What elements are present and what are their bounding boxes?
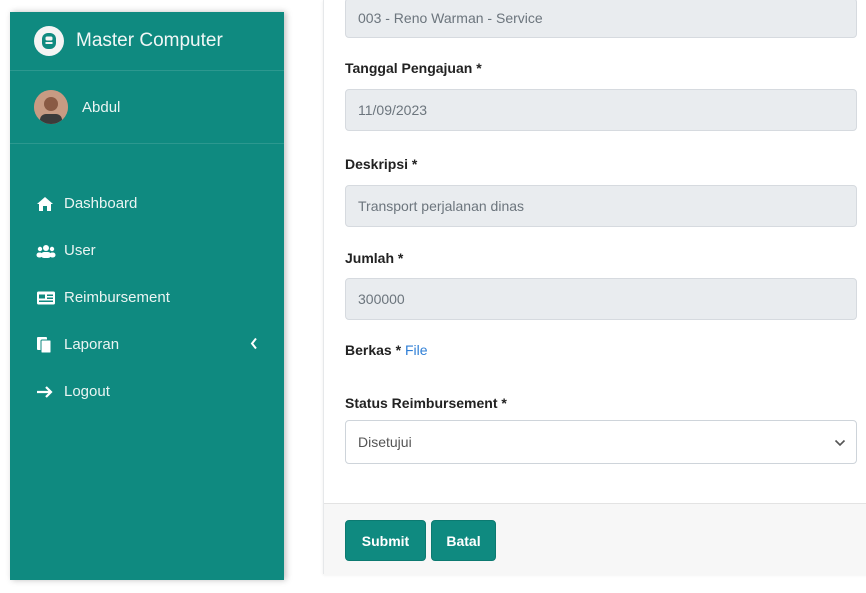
chevron-down-icon: [834, 434, 846, 450]
chevron-left-icon: [250, 336, 258, 353]
status-select[interactable]: Disetujui: [345, 420, 857, 464]
status-label: Status Reimbursement *: [345, 395, 507, 411]
sidebar-item-label: User: [64, 242, 96, 259]
card-icon: [36, 290, 64, 306]
sidebar-item-reimbursement[interactable]: Reimbursement: [10, 274, 284, 321]
form-footer: Submit Batal: [324, 503, 866, 575]
users-icon: [36, 243, 64, 259]
user-panel[interactable]: Abdul: [10, 71, 284, 144]
berkas-label: Berkas *: [345, 342, 402, 358]
sidebar-item-label: Dashboard: [64, 195, 138, 212]
brand[interactable]: Master Computer: [10, 12, 284, 71]
arrow-right-icon: [36, 385, 64, 399]
berkas-file-link[interactable]: File: [405, 342, 428, 358]
home-icon: [36, 196, 64, 212]
brand-title: Master Computer: [76, 30, 223, 51]
sidebar-item-laporan[interactable]: Laporan: [10, 321, 284, 368]
sidebar-nav: Dashboard User Reimbursement Laporan Log…: [10, 144, 284, 415]
jumlah-label: Jumlah *: [345, 250, 404, 266]
tanggal-field[interactable]: 11/09/2023: [345, 89, 857, 131]
copy-icon: [36, 336, 64, 354]
batal-button[interactable]: Batal: [431, 520, 496, 561]
employee-field[interactable]: 003 - Reno Warman - Service: [345, 0, 857, 38]
sidebar-item-logout[interactable]: Logout: [10, 368, 284, 415]
sidebar-item-user[interactable]: User: [10, 227, 284, 274]
sidebar-item-label: Reimbursement: [64, 289, 170, 306]
avatar: [34, 90, 68, 124]
tanggal-label: Tanggal Pengajuan *: [345, 60, 482, 76]
jumlah-field[interactable]: 300000: [345, 278, 857, 320]
deskripsi-label: Deskripsi *: [345, 156, 418, 172]
berkas-row: Berkas * File: [345, 342, 428, 358]
submit-button[interactable]: Submit: [345, 520, 426, 561]
reimbursement-form-card: 003 - Reno Warman - Service Tanggal Peng…: [323, 0, 866, 575]
sidebar-item-label: Logout: [64, 383, 110, 400]
sidebar-item-label: Laporan: [64, 336, 120, 353]
user-name: Abdul: [82, 98, 121, 116]
deskripsi-field[interactable]: Transport perjalanan dinas: [345, 185, 857, 227]
sidebar-item-dashboard[interactable]: Dashboard: [10, 180, 284, 227]
status-selected-value: Disetujui: [358, 434, 412, 450]
brand-logo-icon: [34, 26, 64, 56]
sidebar: Master Computer Abdul Dashboard User Rei…: [10, 12, 284, 580]
